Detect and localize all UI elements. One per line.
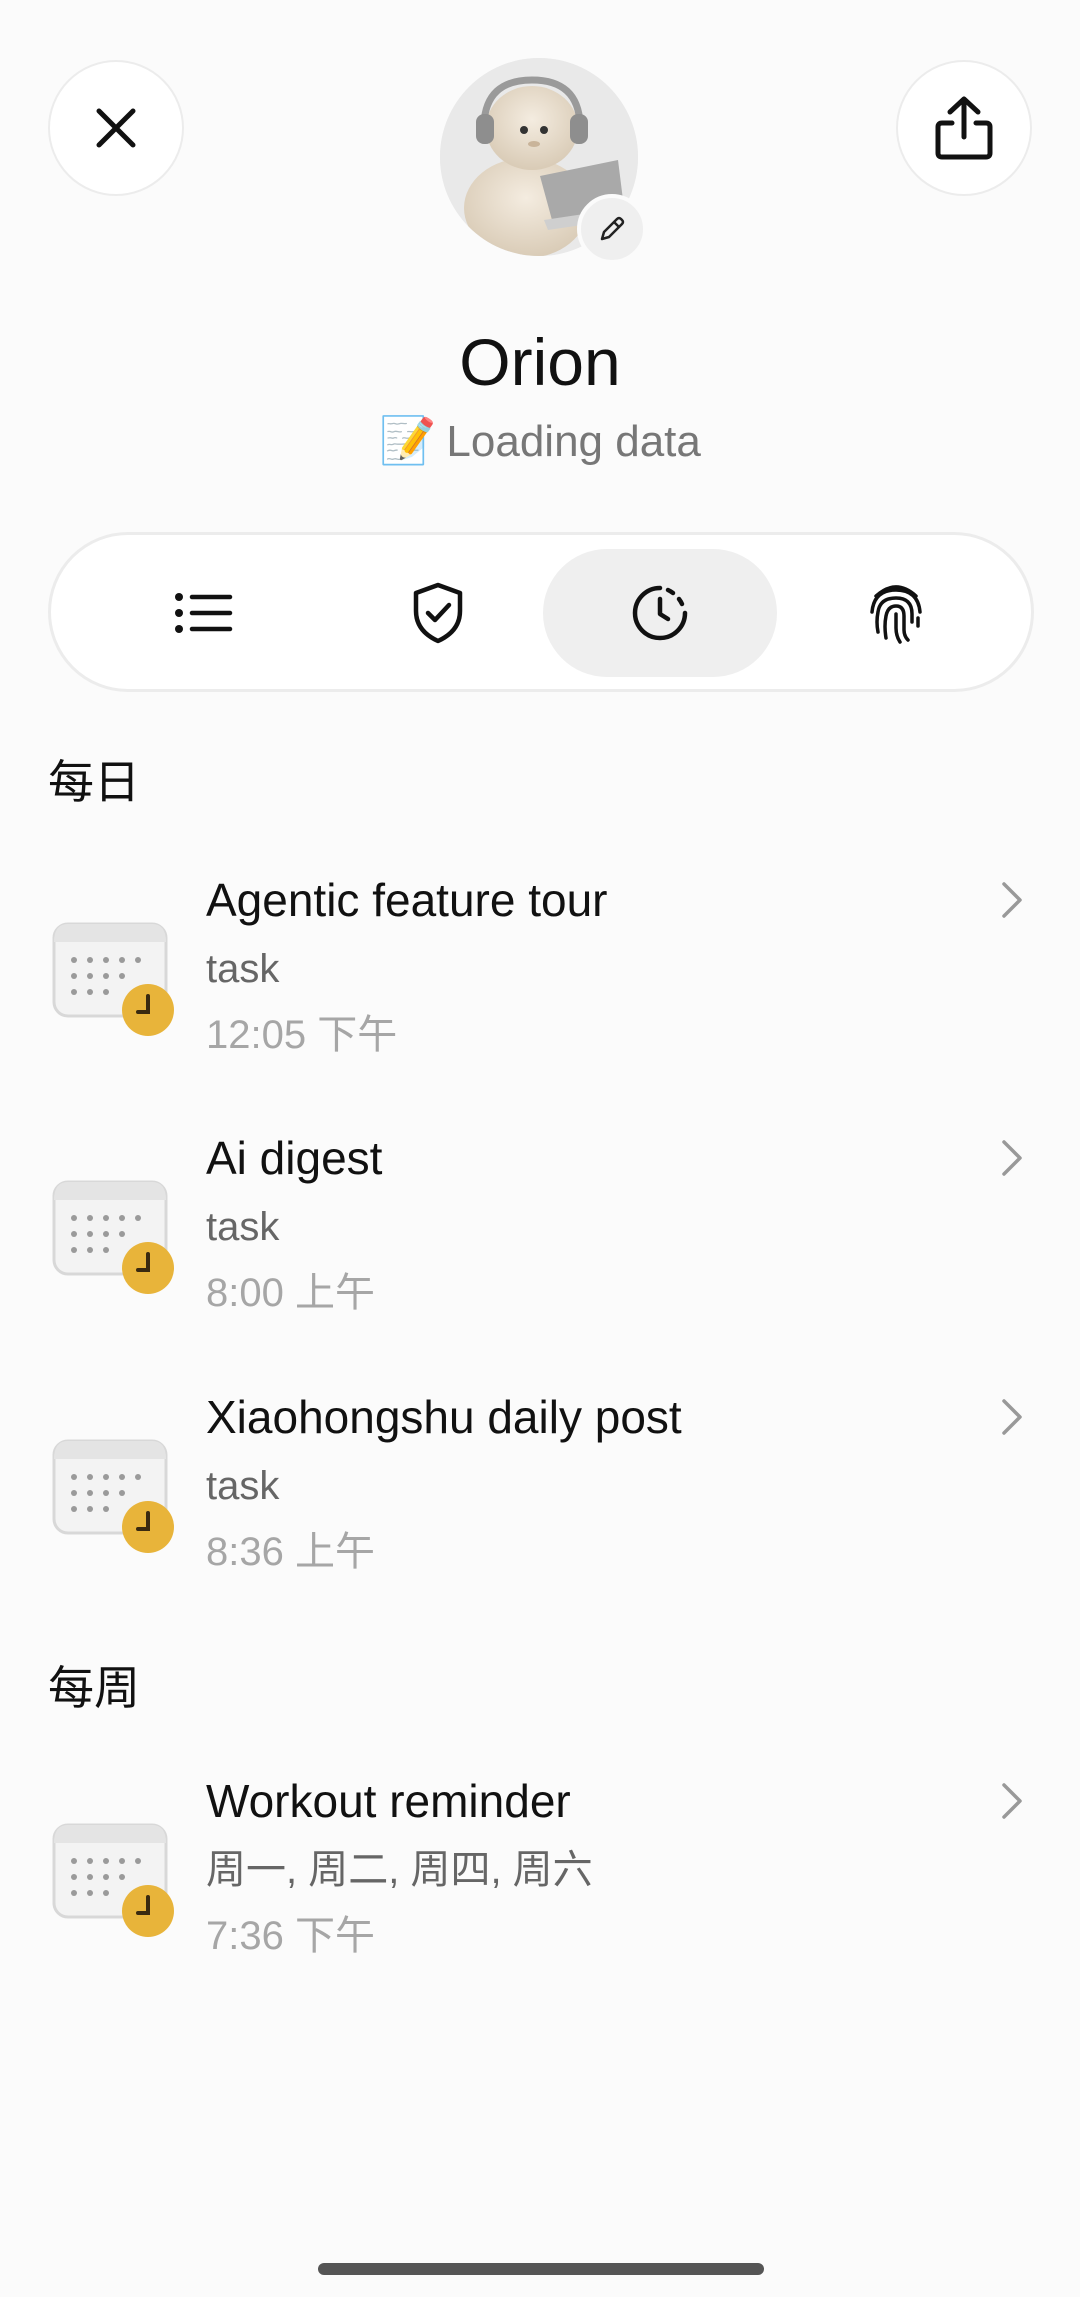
list-item[interactable]: Xiaohongshu daily post task 8:36 上午 xyxy=(0,1387,1080,1617)
item-time: 12:05 下午 xyxy=(206,1013,398,1057)
section-title-daily: 每日 xyxy=(48,756,140,808)
chevron-right-icon xyxy=(1002,1399,1022,1435)
list-item[interactable]: Ai digest task 8:00 上午 xyxy=(0,1128,1080,1358)
item-time: 8:36 上午 xyxy=(206,1530,375,1574)
close-button[interactable] xyxy=(48,60,184,196)
home-indicator[interactable] xyxy=(318,2263,764,2275)
item-subtitle: task xyxy=(206,947,280,991)
tab-bar xyxy=(48,532,1034,692)
item-time: 7:36 下午 xyxy=(206,1914,375,1958)
list-item[interactable]: Workout reminder 周一, 周二, 周四, 周六 7:36 下午 xyxy=(0,1771,1080,2001)
item-title: Workout reminder xyxy=(206,1775,571,1827)
tab-list[interactable] xyxy=(87,549,321,677)
item-subtitle: task xyxy=(206,1464,280,1508)
edit-avatar-button[interactable] xyxy=(577,194,647,264)
chevron-right-icon xyxy=(1002,882,1022,918)
section-title-weekly: 每周 xyxy=(48,1662,140,1714)
item-title: Xiaohongshu daily post xyxy=(206,1391,682,1443)
fingerprint-icon xyxy=(870,585,922,644)
shield-check-icon xyxy=(413,582,463,644)
status-line: 📝 Loading data xyxy=(0,410,1080,472)
tab-security[interactable] xyxy=(321,549,555,677)
calendar-clock-icon xyxy=(52,1823,174,1937)
item-title: Agentic feature tour xyxy=(206,874,608,926)
calendar-clock-icon xyxy=(52,922,174,1036)
tab-identity[interactable] xyxy=(779,549,1013,677)
status-text: Loading data xyxy=(446,417,701,466)
chevron-right-icon xyxy=(1002,1140,1022,1176)
memo-icon: 📝 xyxy=(379,414,437,466)
clock-icon xyxy=(632,585,688,641)
list-item[interactable]: Agentic feature tour task 12:05 下午 xyxy=(0,870,1080,1100)
tab-schedule[interactable] xyxy=(543,549,777,677)
share-icon xyxy=(935,96,993,160)
calendar-clock-icon xyxy=(52,1439,174,1553)
list-icon xyxy=(175,593,233,633)
close-icon xyxy=(96,108,136,148)
chevron-right-icon xyxy=(1002,1783,1022,1819)
pencil-icon xyxy=(600,216,625,241)
calendar-clock-icon xyxy=(52,1180,174,1294)
item-title: Ai digest xyxy=(206,1132,383,1184)
item-subtitle: task xyxy=(206,1205,280,1249)
item-time: 8:00 上午 xyxy=(206,1271,375,1315)
page-title: Orion xyxy=(459,325,621,399)
item-subtitle: 周一, 周二, 周四, 周六 xyxy=(206,1848,593,1892)
share-button[interactable] xyxy=(896,60,1032,196)
